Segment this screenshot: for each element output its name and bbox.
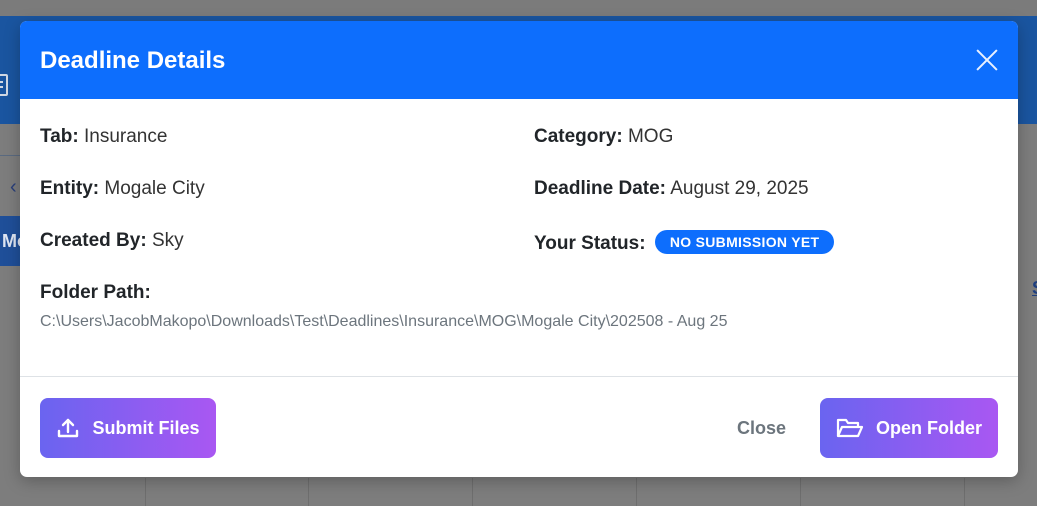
background-column-divider: [636, 478, 637, 506]
modal-title: Deadline Details: [40, 47, 226, 74]
deadline-details-modal: Deadline Details Tab: Insurance Category…: [20, 21, 1018, 477]
modal-footer: Submit Files Close Open Folder: [20, 376, 1018, 477]
close-icon[interactable]: [975, 48, 999, 72]
folder-path-label: Folder Path:: [40, 282, 151, 303]
open-folder-button[interactable]: Open Folder: [820, 398, 998, 458]
folder-path-value: C:\Users\JacobMakopo\Downloads\Test\Dead…: [40, 313, 728, 330]
created-by-label: Created By:: [40, 230, 147, 251]
category-value: MOG: [627, 126, 674, 147]
status-field: Your Status: NO SUBMISSION YET: [534, 230, 835, 255]
deadline-date-label: Deadline Date:: [534, 178, 666, 199]
background-column-divider: [472, 478, 473, 506]
deadline-date-value: August 29, 2025: [670, 178, 809, 199]
created-by-value: Sky: [151, 230, 184, 251]
background-column-divider: [800, 478, 801, 506]
tab-field: Tab: Insurance: [40, 126, 167, 148]
entity-value: Mogale City: [104, 178, 205, 199]
modal-header: Deadline Details: [20, 21, 1018, 99]
submit-files-button[interactable]: Submit Files: [40, 398, 216, 458]
chevron-left-icon: ‹: [10, 176, 17, 198]
created-by-field: Created By: Sky: [40, 230, 184, 252]
calendar-icon: [0, 74, 8, 96]
upload-icon: [56, 416, 80, 440]
category-label: Category:: [534, 126, 623, 147]
tab-label: Tab:: [40, 126, 79, 147]
status-badge: NO SUBMISSION YET: [654, 230, 835, 254]
background-column-divider: [964, 478, 965, 506]
entity-field: Entity: Mogale City: [40, 178, 205, 200]
modal-body: Tab: Insurance Category: MOG Entity: Mog…: [20, 99, 1018, 376]
background-tab: Mo: [0, 216, 22, 266]
tab-value: Insurance: [83, 126, 168, 147]
background-link: S: [1032, 278, 1037, 299]
entity-label: Entity:: [40, 178, 100, 199]
status-label: Your Status:: [534, 233, 646, 254]
background-topbar: [0, 0, 1037, 16]
category-field: Category: MOG: [534, 126, 673, 148]
deadline-date-field: Deadline Date: August 29, 2025: [534, 178, 809, 200]
close-button[interactable]: Close: [737, 418, 786, 439]
open-folder-label: Open Folder: [875, 417, 982, 438]
submit-files-label: Submit Files: [92, 417, 200, 438]
background-column-divider: [145, 478, 146, 506]
background-column-divider: [308, 478, 309, 506]
folder-open-icon: [836, 416, 864, 440]
